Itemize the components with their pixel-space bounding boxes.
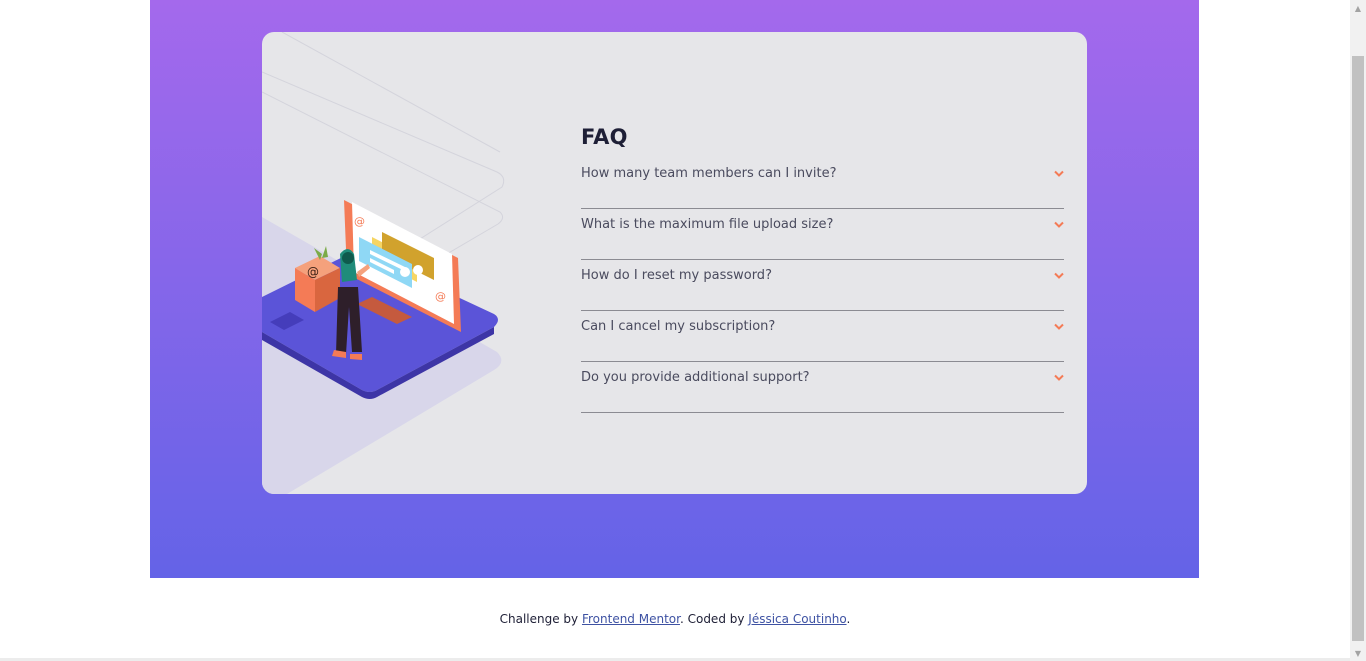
faq-question[interactable]: How do I reset my password?: [581, 267, 772, 285]
faq-item[interactable]: How do I reset my password?: [581, 260, 1064, 311]
svg-text:@: @: [435, 290, 446, 303]
svg-text:@: @: [354, 215, 365, 228]
woman-online-illustration: @ @ @: [262, 32, 505, 494]
hero-background: @ @ @ FAQ How many team members can I in…: [150, 0, 1199, 578]
faq-question[interactable]: Can I cancel my subscription?: [581, 318, 775, 336]
faq-section: FAQ How many team members can I invite? …: [581, 122, 1064, 413]
faq-item[interactable]: What is the maximum file upload size?: [581, 209, 1064, 260]
faq-question[interactable]: What is the maximum file upload size?: [581, 216, 833, 234]
faq-item[interactable]: Do you provide additional support?: [581, 362, 1064, 413]
attribution-footer: Challenge by Frontend Mentor. Coded by J…: [0, 610, 1350, 628]
scrollbar-thumb[interactable]: [1352, 56, 1364, 641]
faq-item[interactable]: How many team members can I invite?: [581, 158, 1064, 209]
chevron-down-icon[interactable]: [1054, 170, 1064, 178]
faq-question[interactable]: How many team members can I invite?: [581, 165, 836, 183]
faq-item[interactable]: Can I cancel my subscription?: [581, 311, 1064, 362]
chevron-down-icon[interactable]: [1054, 323, 1064, 331]
chevron-down-icon[interactable]: [1054, 221, 1064, 229]
author-link[interactable]: Jéssica Coutinho: [748, 612, 846, 626]
faq-card: @ @ @ FAQ How many team members can I in…: [262, 32, 1087, 494]
chevron-down-icon[interactable]: [1054, 272, 1064, 280]
attribution-prefix: Challenge by: [499, 612, 582, 626]
scroll-down-arrow-icon[interactable]: ▼: [1350, 645, 1366, 661]
scroll-up-arrow-icon[interactable]: ▲: [1350, 0, 1366, 16]
page-viewport: @ @ @ FAQ How many team members can I in…: [0, 0, 1350, 661]
svg-text:@: @: [307, 265, 319, 279]
faq-title: FAQ: [581, 125, 628, 149]
attribution-middle: . Coded by: [679, 612, 749, 626]
chevron-down-icon[interactable]: [1054, 374, 1064, 382]
vertical-scrollbar[interactable]: ▲ ▼: [1350, 0, 1366, 661]
frontend-mentor-link[interactable]: Frontend Mentor: [582, 612, 680, 626]
faq-list: How many team members can I invite? What…: [581, 158, 1064, 413]
faq-question[interactable]: Do you provide additional support?: [581, 369, 810, 387]
attribution-suffix: .: [846, 612, 851, 626]
